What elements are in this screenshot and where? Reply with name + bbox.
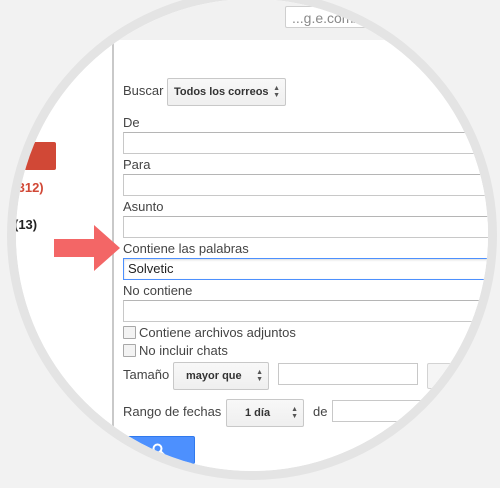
has-words-field[interactable]: Solvetic	[123, 258, 488, 280]
search-button[interactable]	[123, 436, 195, 464]
de-label: De	[123, 115, 140, 130]
subject-field[interactable]	[123, 216, 488, 238]
no-chats-checkbox[interactable]	[123, 344, 136, 357]
address-bar[interactable]: ...g.e.com/mu...	[285, 6, 465, 28]
asunto-label: Asunto	[123, 199, 164, 214]
compose-button[interactable]	[16, 142, 56, 170]
attachment-checkbox[interactable]	[123, 326, 136, 339]
buscar-select[interactable]: Todos los correos ▲ ▼	[167, 78, 286, 106]
magnifier-circle: ...g.e.com/mu... .312) (13) Buscar Todos…	[7, 0, 497, 480]
date-range-value: 1 día	[245, 407, 271, 419]
contiene-label: Contiene las palabras	[123, 241, 249, 256]
updown-arrows-icon: ▲ ▼	[273, 85, 280, 99]
size-label: Tamaño	[123, 367, 170, 382]
browser-toolbar: ...g.e.com/mu...	[110, 0, 488, 41]
para-label: Para	[123, 157, 151, 172]
date-range-label: Rango de fechas	[123, 404, 222, 419]
size-value-input[interactable]	[278, 363, 418, 385]
size-unit-select[interactable]	[427, 363, 487, 389]
to-field[interactable]	[123, 174, 488, 196]
red-arrow-icon	[54, 225, 120, 271]
screenshot-canvas: ...g.e.com/mu... .312) (13) Buscar Todos…	[0, 0, 500, 488]
date-of-label: de	[313, 404, 328, 419]
date-range-select[interactable]: 1 día ▲ ▼	[226, 399, 304, 427]
date-input[interactable]	[332, 400, 432, 422]
no-chats-label[interactable]: No incluir chats	[139, 343, 228, 358]
inbox-count[interactable]: .312)	[16, 180, 44, 195]
buscar-select-value: Todos los correos	[174, 86, 269, 98]
size-operator-select[interactable]: mayor que ▲ ▼	[173, 362, 269, 390]
attachment-label[interactable]: Contiene archivos adjuntos	[139, 325, 296, 340]
search-icon	[152, 443, 166, 457]
from-field[interactable]	[123, 132, 488, 154]
no-contiene-label: No contiene	[123, 283, 193, 298]
updown-arrows-icon: ▲ ▼	[256, 369, 263, 383]
doesnt-have-field[interactable]	[123, 300, 488, 322]
updown-arrows-icon: ▲ ▼	[291, 406, 298, 420]
buscar-label: Buscar	[123, 83, 164, 98]
advanced-search-panel: Buscar Todos los correos ▲ ▼ De Para Asun…	[114, 40, 488, 471]
folder-count[interactable]: (13)	[16, 217, 37, 232]
size-operator-value: mayor que	[186, 370, 242, 382]
